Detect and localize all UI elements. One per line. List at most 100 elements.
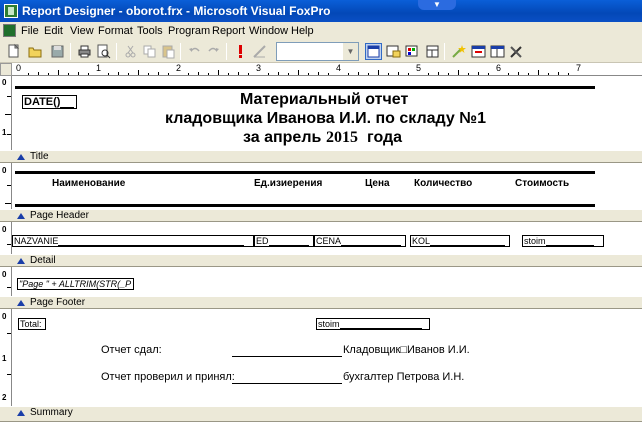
field-stoim-label: stoim: [524, 236, 546, 246]
detail-band[interactable]: NAZVANIE ED CENA KOL stoim: [12, 222, 642, 254]
band-label-detail: Detail: [30, 255, 56, 266]
ruler-tick: [288, 73, 289, 75]
ruler-tick: [488, 73, 489, 75]
title-top-line[interactable]: [15, 86, 595, 89]
report-title-line3-suffix[interactable]: года: [367, 129, 402, 147]
color-palette-icon[interactable]: [404, 43, 421, 60]
undo-icon[interactable]: [186, 43, 203, 60]
report-title-line2[interactable]: кладовщика Иванова И.И. по складу №1: [165, 110, 486, 128]
form-icon[interactable]: [470, 43, 487, 60]
field-cena[interactable]: CENA: [314, 235, 406, 247]
data-environment-icon[interactable]: [385, 43, 402, 60]
vertical-ruler-summary: 0 1 2: [0, 309, 12, 406]
col-header-name[interactable]: Наименование: [52, 178, 125, 189]
ruler-number: 1: [2, 128, 7, 137]
col-header-price[interactable]: Цена: [365, 178, 390, 189]
report-title-line3-prefix[interactable]: за апрель: [243, 129, 321, 147]
col-header-cost[interactable]: Стоимость: [515, 178, 569, 189]
menu-window[interactable]: Window: [249, 25, 288, 37]
field-nazvanie[interactable]: NAZVANIE: [12, 235, 254, 247]
cut-icon[interactable]: [122, 43, 139, 60]
menu-program[interactable]: Program: [168, 25, 210, 37]
menu-view[interactable]: View: [70, 25, 94, 37]
triangle-up-icon: [17, 213, 25, 219]
ruler-tick: [428, 73, 429, 75]
print-icon[interactable]: [76, 43, 93, 60]
vertical-ruler-page-footer: 0: [0, 267, 12, 296]
title-band[interactable]: DATE() Материальный отчет кладовщика Ива…: [12, 76, 642, 150]
total-label[interactable]: Total:: [18, 318, 46, 330]
report-year[interactable]: 2015: [326, 129, 358, 147]
ruler-tick: [328, 73, 329, 75]
band-label-title: Title: [30, 151, 49, 162]
menu-file[interactable]: File: [21, 25, 39, 37]
ruler-tick: [218, 70, 219, 75]
header-bottom-line[interactable]: [15, 204, 595, 207]
ruler-tick: [478, 72, 479, 75]
page-footer-band[interactable]: "Page " + ALLTRIM(STR(_P: [12, 267, 642, 296]
chevron-down-icon[interactable]: ▼: [418, 0, 456, 10]
band-bar-title[interactable]: Title: [0, 150, 642, 163]
band-bar-page-footer[interactable]: Page Footer: [0, 296, 642, 309]
save-icon[interactable]: [49, 43, 66, 60]
ruler-tick: [108, 73, 109, 75]
run-icon[interactable]: [232, 43, 249, 60]
ruler-tick: [138, 70, 139, 75]
date-field[interactable]: DATE(): [22, 95, 77, 109]
page-number-expression[interactable]: "Page " + ALLTRIM(STR(_P: [17, 278, 134, 290]
handed-over-line[interactable]: [232, 344, 342, 357]
tools-icon[interactable]: [508, 43, 525, 60]
total-stoim-field[interactable]: stoim: [316, 318, 430, 330]
report-controls-icon[interactable]: [365, 43, 382, 60]
foxpro-app-icon[interactable]: [4, 4, 18, 18]
modify-icon[interactable]: [251, 43, 268, 60]
layout-icon[interactable]: [424, 43, 441, 60]
col-header-qty[interactable]: Количество: [414, 178, 472, 189]
menu-help[interactable]: Help: [291, 25, 314, 37]
ruler-tick: [278, 72, 279, 75]
page-header-band[interactable]: Наименование Ед.изиерения Цена Количеств…: [12, 163, 642, 209]
vertical-ruler-title: 0 1: [0, 76, 12, 150]
band-bar-page-header[interactable]: Page Header: [0, 209, 642, 222]
window-icon[interactable]: [489, 43, 506, 60]
ruler-tick: [48, 73, 49, 75]
ruler-number: 4: [336, 63, 342, 73]
title-bar[interactable]: Report Designer - oborot.frx - Microsoft…: [0, 0, 642, 22]
print-preview-icon[interactable]: [95, 43, 112, 60]
font-combo[interactable]: ▼: [276, 42, 359, 61]
ruler-tick: [368, 73, 369, 75]
band-bar-summary[interactable]: Summary: [0, 406, 642, 422]
summary-band[interactable]: Total: stoim Отчет сдал: Кладовщик□Ивано…: [12, 309, 642, 406]
menu-edit[interactable]: Edit: [44, 25, 63, 37]
open-folder-icon[interactable]: [27, 43, 44, 60]
document-icon[interactable]: [3, 24, 16, 37]
header-top-line[interactable]: [15, 171, 595, 174]
ruler-number: 0: [2, 312, 7, 321]
field-kol[interactable]: KOL: [410, 235, 510, 247]
ruler-tick: [248, 73, 249, 75]
col-header-unit[interactable]: Ед.изиерения: [254, 178, 322, 189]
paste-icon[interactable]: [160, 43, 177, 60]
chevron-down-icon[interactable]: ▼: [343, 43, 358, 60]
handed-over-name[interactable]: Кладовщик□Иванов И.И.: [343, 344, 470, 356]
new-file-icon[interactable]: [5, 43, 22, 60]
menu-format[interactable]: Format: [98, 25, 133, 37]
field-stoim[interactable]: stoim: [522, 235, 604, 247]
redo-icon[interactable]: [205, 43, 222, 60]
accepted-name[interactable]: бухгалтер Петрова И.Н.: [343, 371, 464, 383]
wizard-icon[interactable]: [450, 43, 467, 60]
band-bar-detail[interactable]: Detail: [0, 254, 642, 267]
ruler-number: 5: [416, 63, 422, 73]
copy-icon[interactable]: [141, 43, 158, 60]
accepted-line[interactable]: [232, 371, 342, 384]
ruler-tick: [28, 73, 29, 75]
toolbar-separator: [116, 43, 117, 60]
field-ed[interactable]: ED: [254, 235, 314, 247]
menu-report[interactable]: Report: [212, 25, 245, 37]
toolbar-separator: [226, 43, 227, 60]
handed-over-label[interactable]: Отчет сдал:: [101, 344, 162, 356]
menu-tools[interactable]: Tools: [137, 25, 163, 37]
report-title-line1[interactable]: Материальный отчет: [240, 91, 408, 109]
ruler-tick: [208, 73, 209, 75]
accepted-label[interactable]: Отчет проверил и принял:: [101, 371, 235, 383]
